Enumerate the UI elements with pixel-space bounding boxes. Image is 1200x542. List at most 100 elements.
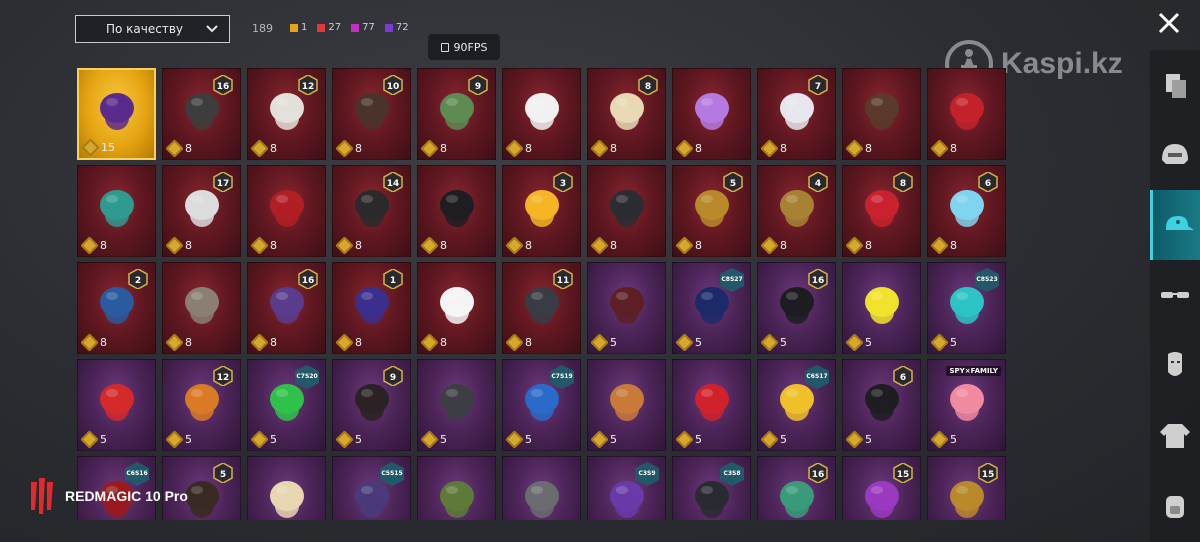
level-badge-text: 15 (982, 470, 995, 480)
close-icon[interactable] (1155, 9, 1183, 37)
coin-icon (165, 139, 184, 158)
inventory-item[interactable]: 88 (842, 165, 921, 257)
inventory-item[interactable]: 48 (757, 165, 836, 257)
inventory-item[interactable]: 95 (332, 359, 411, 451)
inventory-item[interactable]: 65 (842, 359, 921, 451)
inventory-item[interactable]: 8 (417, 262, 496, 354)
sidebar-item-glasses[interactable] (1150, 260, 1200, 330)
inventory-item[interactable] (502, 456, 581, 520)
rarity-count: 72 (384, 22, 409, 33)
item-quantity: 8 (250, 139, 277, 158)
inventory-item[interactable]: 5 (587, 359, 666, 451)
item-artwork (694, 384, 729, 422)
inventory-item[interactable]: 5 (417, 359, 496, 451)
inventory-item[interactable]: C5S15 (332, 456, 411, 520)
inventory-item[interactable]: 5 (842, 262, 921, 354)
inventory-item[interactable]: 17 8 (162, 165, 241, 257)
item-artwork (524, 93, 559, 131)
sidebar-item-hat[interactable] (1150, 190, 1200, 260)
inventory-item[interactable]: 8 (587, 165, 666, 257)
inventory-item[interactable]: 58 (672, 165, 751, 257)
grid-row: C6S16 5 C5S15 C3S9 C3S8 16 15 15 (77, 456, 1011, 520)
inventory-item[interactable]: C8S27 5 (672, 262, 751, 354)
inventory-item[interactable]: 16 8 (247, 262, 326, 354)
inventory-item[interactable]: 88 (587, 68, 666, 160)
inventory-item[interactable]: 16 (757, 456, 836, 520)
coin-icon (845, 139, 864, 158)
inventory-item[interactable]: 28 (77, 262, 156, 354)
rarity-swatch (384, 23, 393, 32)
inventory-item[interactable]: 8 (502, 68, 581, 160)
inventory-item[interactable]: 98 (417, 68, 496, 160)
item-artwork (99, 93, 134, 131)
inventory-item[interactable]: 8 (162, 262, 241, 354)
inventory-item[interactable]: 15 (842, 456, 921, 520)
sidebar-item-jacket[interactable] (1150, 400, 1200, 470)
level-badge-text: 4 (815, 179, 821, 189)
inventory-item[interactable]: 11 8 (502, 262, 581, 354)
inventory-item[interactable]: 8 (842, 68, 921, 160)
level-badge-text: 5 (220, 470, 226, 480)
level-badge: 15 (978, 463, 998, 483)
inventory-item[interactable] (417, 456, 496, 520)
item-artwork (864, 287, 899, 325)
inventory-item[interactable]: 8 (417, 165, 496, 257)
inventory-item[interactable] (247, 456, 326, 520)
item-quantity: 5 (420, 430, 447, 449)
item-artwork (439, 287, 474, 325)
level-badge: 6 (893, 366, 913, 386)
inventory-item[interactable]: 5 (77, 359, 156, 451)
sidebar-item-mask[interactable] (1150, 330, 1200, 400)
item-quantity: 8 (845, 236, 872, 255)
item-quantity: 8 (845, 139, 872, 158)
inventory-item[interactable]: C6S17 5 (757, 359, 836, 451)
item-quantity: 8 (420, 139, 447, 158)
inventory-item[interactable]: 8 (247, 165, 326, 257)
inventory-item[interactable]: 14 8 (332, 165, 411, 257)
sidebar-item-outfit[interactable] (1150, 50, 1200, 120)
inventory-item[interactable]: 5 (587, 262, 666, 354)
item-quantity-value: 5 (780, 336, 787, 349)
inventory-item[interactable]: 12 5 (162, 359, 241, 451)
sort-label: По качеству (106, 22, 184, 36)
level-badge-text: 14 (387, 179, 400, 189)
rarity-count: 77 (351, 22, 375, 33)
item-quantity: 5 (760, 333, 787, 352)
sidebar-item-helmet[interactable] (1150, 120, 1200, 190)
inventory-item[interactable]: 15 (927, 456, 1006, 520)
inventory-item[interactable]: 8 (672, 68, 751, 160)
inventory-item[interactable]: 5 (672, 359, 751, 451)
inventory-item[interactable]: 68 (927, 165, 1006, 257)
item-artwork (439, 190, 474, 228)
inventory-item[interactable]: 8 (77, 165, 156, 257)
inventory-item[interactable]: 78 (757, 68, 836, 160)
item-quantity-value: 8 (270, 336, 277, 349)
inventory-item[interactable]: SPY×FAMILY 5 (927, 359, 1006, 451)
inventory-item[interactable]: C7S20 5 (247, 359, 326, 451)
inventory-item[interactable]: 10 8 (332, 68, 411, 160)
sort-dropdown[interactable]: По качеству (75, 15, 230, 43)
inventory-item[interactable]: 16 8 (162, 68, 241, 160)
item-quantity: 8 (165, 333, 192, 352)
inventory-item[interactable]: 16 5 (757, 262, 836, 354)
inventory-item[interactable]: C8S23 5 (927, 262, 1006, 354)
item-quantity-value: 8 (525, 239, 532, 252)
inventory-item[interactable]: 18 (332, 262, 411, 354)
inventory-item[interactable]: C7S19 5 (502, 359, 581, 451)
rarity-count-value: 77 (362, 22, 375, 33)
inventory-item[interactable]: 15 (77, 68, 156, 160)
level-badge-text: 6 (985, 179, 991, 189)
inventory-item[interactable]: C3S9 (587, 456, 666, 520)
coin-icon (760, 430, 779, 449)
item-quantity: 5 (80, 430, 107, 449)
level-badge-text: 3 (560, 179, 566, 189)
inventory-item[interactable]: C3S8 (672, 456, 751, 520)
sidebar-item-backpack[interactable] (1150, 470, 1200, 540)
level-badge-text: 9 (475, 82, 481, 92)
inventory-item[interactable]: 12 8 (247, 68, 326, 160)
inventory-item[interactable]: 38 (502, 165, 581, 257)
item-quantity-value: 8 (355, 336, 362, 349)
inventory-item[interactable]: 8 (927, 68, 1006, 160)
item-quantity: 5 (760, 430, 787, 449)
item-quantity-value: 5 (610, 336, 617, 349)
